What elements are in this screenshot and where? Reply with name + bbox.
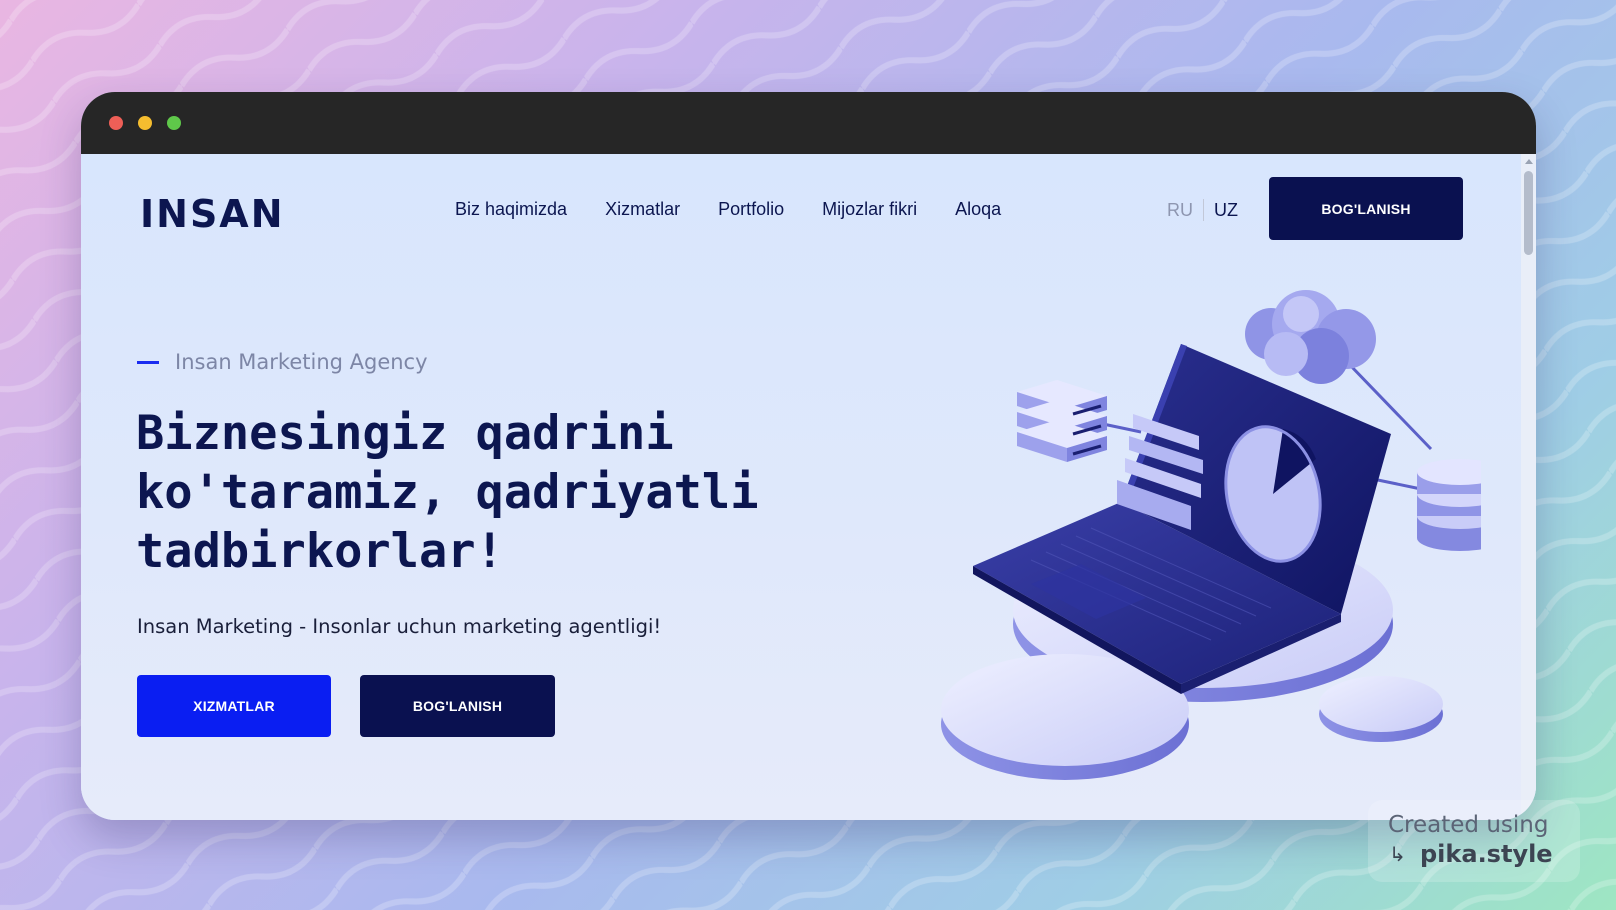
nav-item-contact[interactable]: Aloqa — [955, 199, 1001, 220]
watermark-line-2: pika.style — [1420, 840, 1553, 868]
language-uz[interactable]: UZ — [1214, 200, 1238, 221]
scroll-up-arrow-icon[interactable] — [1525, 159, 1533, 164]
nav-item-about[interactable]: Biz haqimizda — [455, 199, 567, 220]
vertical-scrollbar[interactable] — [1521, 154, 1536, 820]
main-nav: Biz haqimizda Xizmatlar Portfolio Mijozl… — [455, 199, 1001, 220]
nav-item-services[interactable]: Xizmatlar — [605, 199, 680, 220]
hero-title-line-3: tadbirkorlar! — [136, 524, 504, 579]
watermark-line-1: Created using — [1388, 812, 1549, 838]
eyebrow-text: Insan Marketing Agency — [175, 350, 428, 374]
browser-window: INSAN Biz haqimizda Xizmatlar Portfolio … — [81, 92, 1536, 820]
laptop-cloud-database-illustration — [941, 290, 1481, 780]
language-ru[interactable]: RU — [1167, 200, 1193, 221]
maximize-window-button[interactable] — [167, 116, 181, 130]
arrow-return-icon: ↳ — [1389, 842, 1406, 866]
page-viewport: INSAN Biz haqimizda Xizmatlar Portfolio … — [81, 154, 1536, 820]
scrollbar-thumb[interactable] — [1524, 171, 1533, 255]
hero-title-line-2: ko'taramiz, qadriyatli — [136, 465, 759, 520]
language-divider — [1203, 199, 1204, 221]
window-titlebar — [81, 92, 1536, 154]
hero-subtitle: Insan Marketing - Insonlar uchun marketi… — [137, 615, 662, 638]
hero-title: Biznesingiz qadrini ko'taramiz, qadriyat… — [136, 404, 796, 581]
pika-style-watermark: Created using ↳ pika.style — [1368, 800, 1580, 882]
nav-item-testimonials[interactable]: Mijozlar fikri — [822, 199, 917, 220]
hero-eyebrow: Insan Marketing Agency — [137, 350, 428, 374]
eyebrow-accent-line — [137, 360, 159, 364]
services-button[interactable]: XIZMATLAR — [137, 675, 331, 737]
contact-button[interactable]: BOG'LANISH — [360, 675, 555, 737]
header-contact-button[interactable]: BOG'LANISH — [1269, 177, 1463, 240]
close-window-button[interactable] — [109, 116, 123, 130]
minimize-window-button[interactable] — [138, 116, 152, 130]
language-switcher: RU UZ — [1167, 199, 1238, 221]
site-logo[interactable]: INSAN — [140, 192, 285, 236]
nav-item-portfolio[interactable]: Portfolio — [718, 199, 784, 220]
hero-title-line-1: Biznesingiz qadrini — [136, 406, 674, 461]
